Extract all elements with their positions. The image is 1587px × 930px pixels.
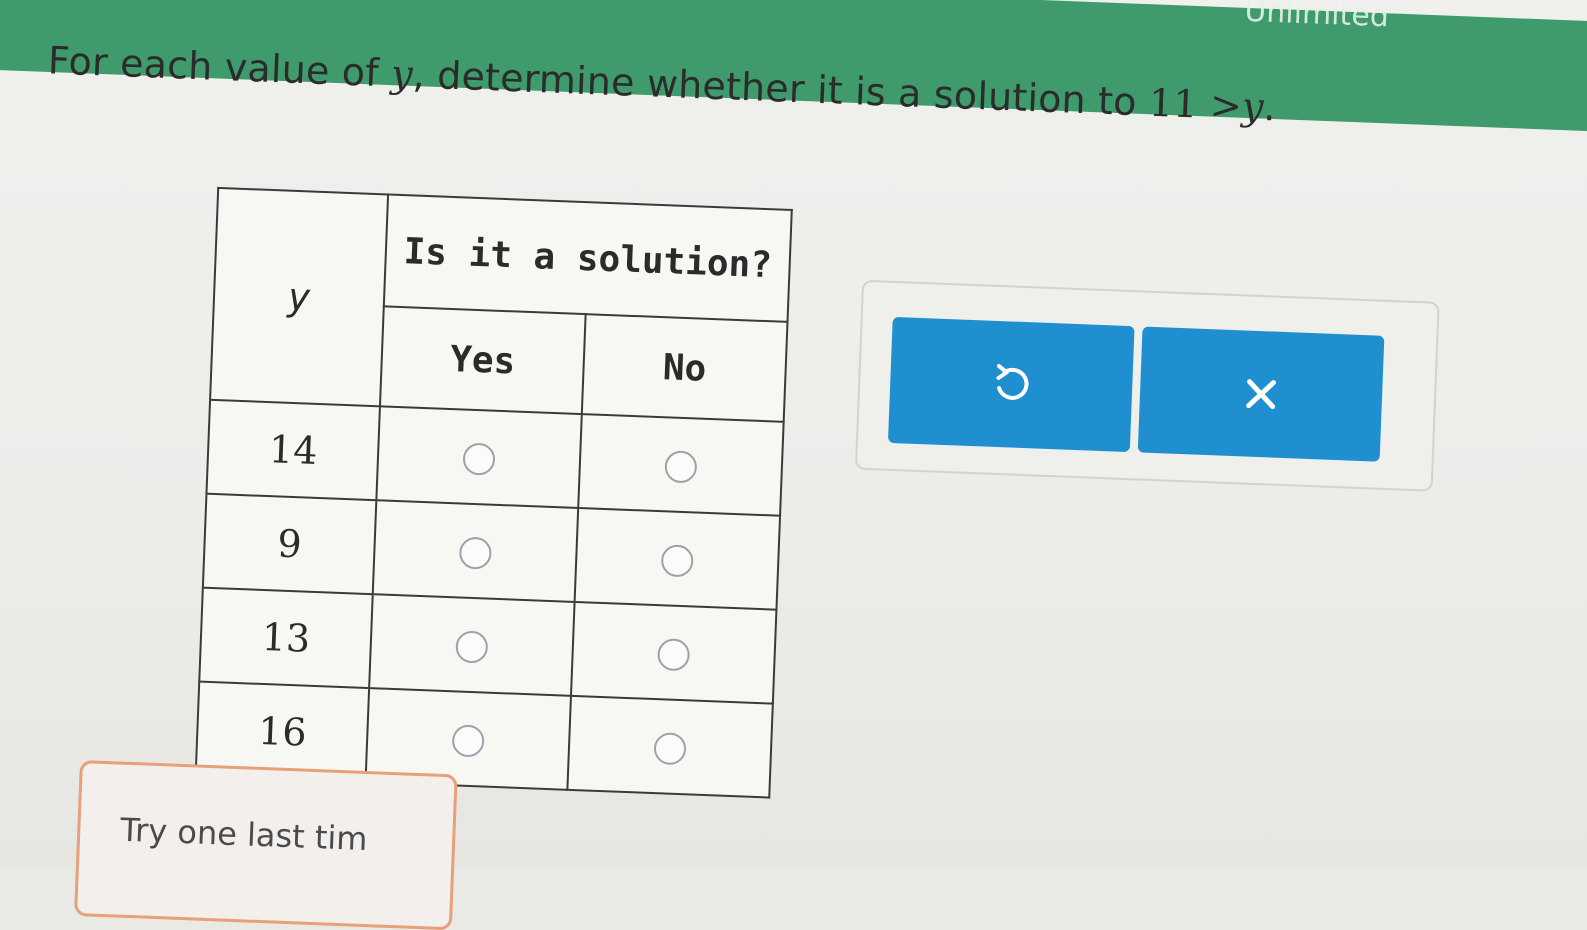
- radio-no-9[interactable]: [660, 543, 694, 577]
- prompt-text-start: For each value of: [47, 38, 392, 96]
- y-value-cell: 13: [199, 587, 373, 689]
- radio-yes-16[interactable]: [451, 723, 485, 758]
- header-status-text: Unlimited: [1243, 0, 1390, 35]
- prompt-text-end: .: [1262, 85, 1277, 130]
- yes-cell: [372, 500, 579, 602]
- clear-button[interactable]: [1137, 326, 1385, 462]
- feedback-text: Try one last tim: [119, 810, 369, 859]
- radio-no-13[interactable]: [657, 637, 691, 671]
- inequality-operator: >: [1209, 82, 1243, 129]
- column-header-y: y: [210, 187, 389, 407]
- column-header-yes: Yes: [379, 306, 586, 415]
- y-value-cell: 9: [202, 493, 377, 595]
- no-cell: [567, 695, 773, 798]
- undo-button[interactable]: [887, 316, 1135, 453]
- solution-table: y Is it a solution? Yes No 14 9 13 16: [194, 186, 793, 799]
- undo-icon: [996, 364, 1029, 400]
- no-cell: [574, 507, 781, 610]
- yes-cell: [376, 406, 582, 508]
- column-header-solution: Is it a solution?: [383, 194, 792, 322]
- radio-yes-14[interactable]: [462, 442, 496, 476]
- inequality-lhs: 11: [1148, 80, 1199, 127]
- prompt-variable: y: [390, 51, 414, 97]
- radio-no-14[interactable]: [664, 449, 698, 484]
- y-value-cell: 14: [206, 399, 380, 501]
- close-icon: [1246, 379, 1277, 410]
- page: Unlimited For each value of y, determine…: [0, 0, 1587, 930]
- table-header-row: y Is it a solution?: [210, 187, 792, 407]
- column-header-no: No: [581, 314, 788, 422]
- inequality-rhs: y: [1241, 84, 1265, 129]
- radio-no-16[interactable]: [653, 731, 687, 765]
- action-panel: [854, 279, 1440, 492]
- yes-cell: [369, 594, 575, 696]
- feedback-box: Try one last tim: [74, 760, 458, 930]
- no-cell: [570, 601, 777, 704]
- radio-yes-9[interactable]: [458, 535, 493, 570]
- question-prompt: For each value of y, determine whether i…: [47, 38, 1277, 129]
- no-cell: [578, 414, 784, 516]
- prompt-text-middle: , determine whether it is a solution to: [411, 52, 1150, 125]
- radio-yes-13[interactable]: [455, 629, 489, 664]
